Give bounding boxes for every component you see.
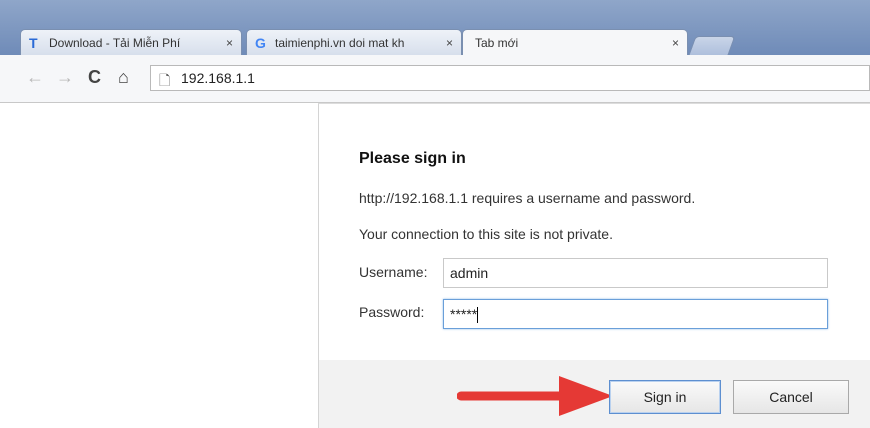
username-value: admin bbox=[450, 265, 489, 281]
dialog-title: Please sign in bbox=[359, 150, 466, 167]
back-icon[interactable]: ← bbox=[26, 67, 44, 87]
sign-in-button[interactable]: Sign in bbox=[609, 380, 721, 414]
close-icon[interactable]: × bbox=[446, 30, 453, 55]
forward-icon[interactable]: → bbox=[56, 67, 74, 87]
address-url[interactable]: 192.168.1.1 bbox=[181, 70, 255, 86]
tab-taimienphi[interactable]: G taimienphi.vn doi mat kh × bbox=[246, 29, 462, 55]
tab-download[interactable]: T Download - Tải Miễn Phí × bbox=[20, 29, 242, 55]
text-caret bbox=[477, 307, 479, 324]
tab-label: Download - Tải Miễn Phí bbox=[49, 36, 181, 50]
address-bar[interactable]: 🗋 192.168.1.1 bbox=[150, 65, 870, 91]
password-value: ***** bbox=[450, 306, 478, 322]
close-icon[interactable]: × bbox=[672, 30, 679, 55]
dialog-message-auth: http://192.168.1.1 requires a username a… bbox=[359, 190, 696, 206]
page-content: Please sign in http://192.168.1.1 requir… bbox=[0, 103, 870, 428]
dialog-footer: Sign in Cancel bbox=[319, 360, 870, 428]
username-label: Username: bbox=[359, 264, 428, 280]
tab-label: Tab mới bbox=[475, 36, 519, 50]
new-tab-button[interactable] bbox=[688, 36, 736, 55]
sign-in-dialog: Please sign in http://192.168.1.1 requir… bbox=[318, 103, 870, 428]
page-icon: 🗋 bbox=[159, 72, 171, 88]
close-icon[interactable]: × bbox=[226, 30, 233, 55]
google-icon: G bbox=[255, 35, 266, 51]
red-arrow-icon bbox=[457, 376, 613, 416]
reload-icon[interactable]: C bbox=[88, 67, 101, 87]
tab-strip: T Download - Tải Miễn Phí × G taimienphi… bbox=[0, 0, 870, 55]
username-field[interactable]: admin bbox=[443, 258, 828, 288]
cancel-button[interactable]: Cancel bbox=[733, 380, 849, 414]
tab-favicon-t-icon: T bbox=[29, 35, 38, 51]
password-field[interactable]: ***** bbox=[443, 299, 828, 329]
home-icon[interactable]: ⌂ bbox=[118, 67, 129, 87]
tab-label: taimienphi.vn doi mat kh bbox=[275, 36, 405, 50]
password-label: Password: bbox=[359, 304, 425, 320]
dialog-message-private: Your connection to this site is not priv… bbox=[359, 226, 613, 242]
tab-new[interactable]: Tab mới × bbox=[462, 29, 688, 55]
browser-toolbar: ← → C ⌂ 🗋 192.168.1.1 bbox=[0, 55, 870, 103]
